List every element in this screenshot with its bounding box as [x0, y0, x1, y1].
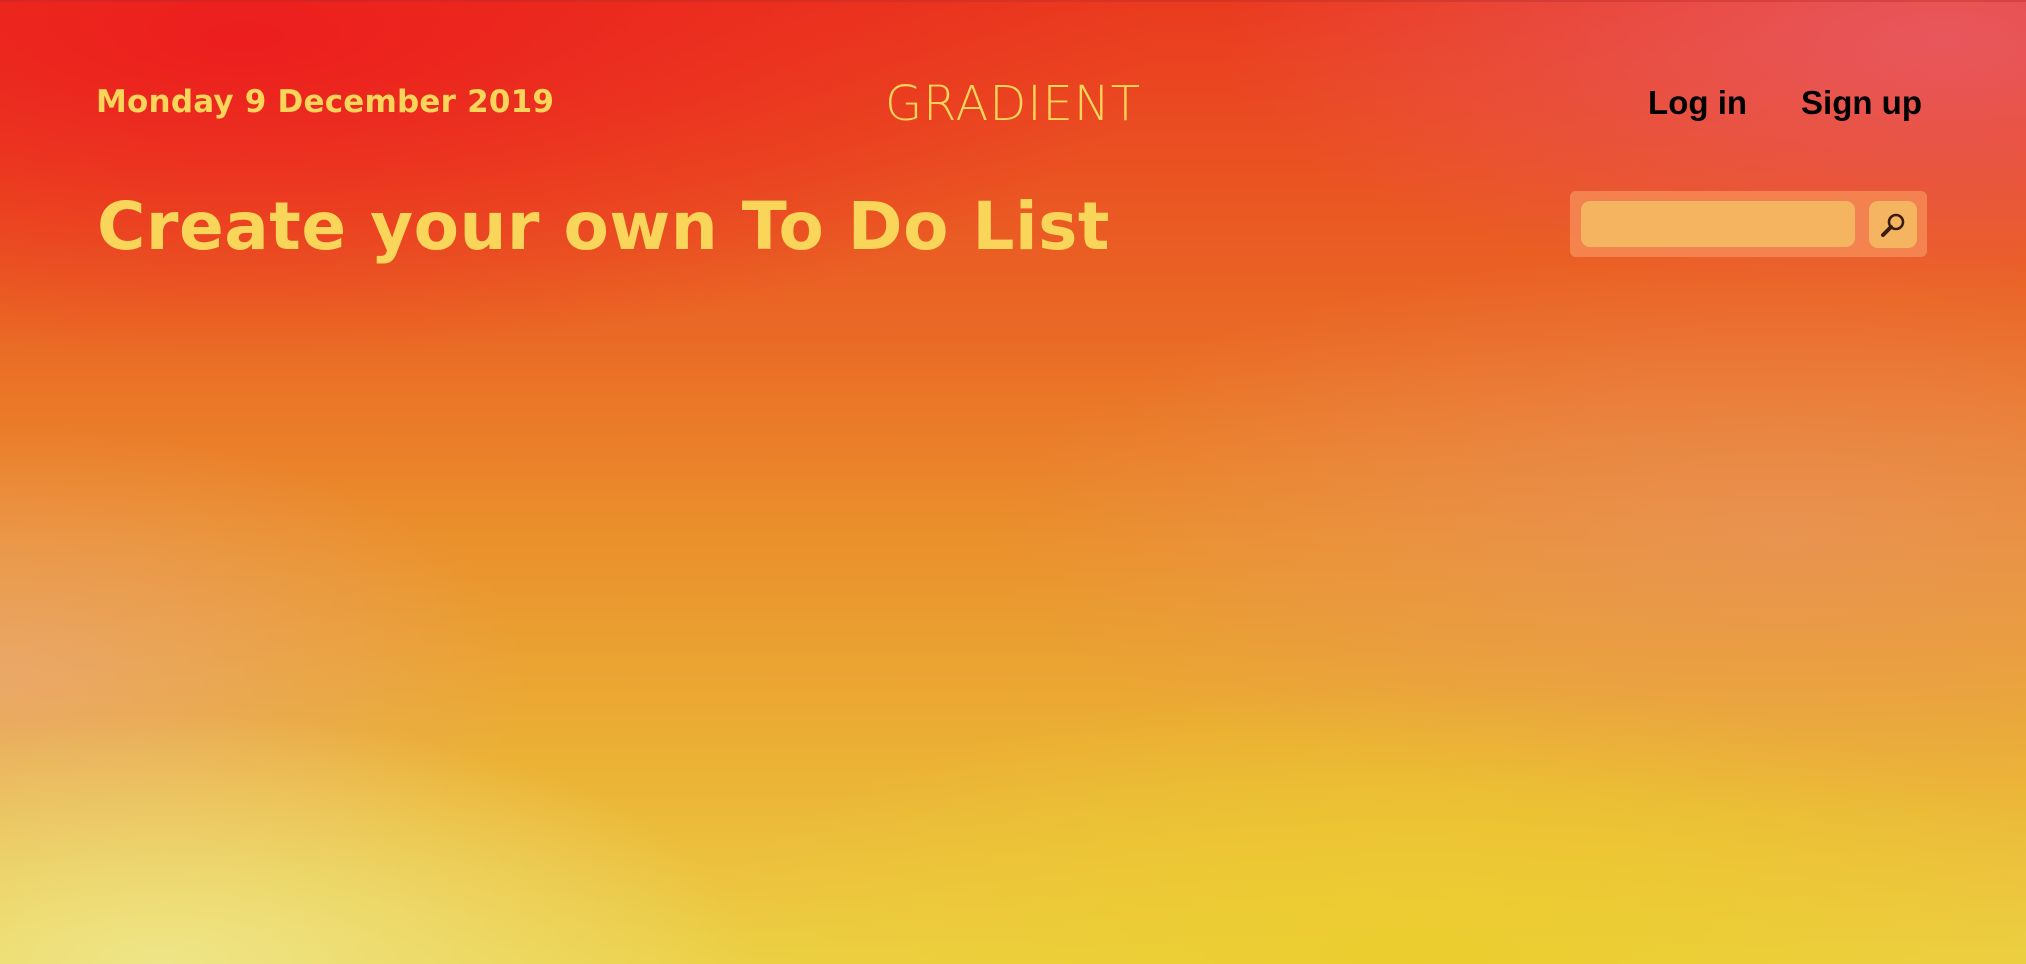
login-link[interactable]: Log in	[1648, 84, 1747, 122]
page-title: Create your own To Do List	[97, 188, 1110, 265]
search-button[interactable]	[1869, 201, 1917, 248]
auth-nav: Log in Sign up	[1648, 84, 1922, 122]
signup-link[interactable]: Sign up	[1801, 84, 1922, 122]
search-input[interactable]	[1581, 201, 1855, 247]
search-bar	[1570, 191, 1927, 257]
search-icon	[1881, 213, 1905, 237]
top-border	[0, 0, 2026, 2]
